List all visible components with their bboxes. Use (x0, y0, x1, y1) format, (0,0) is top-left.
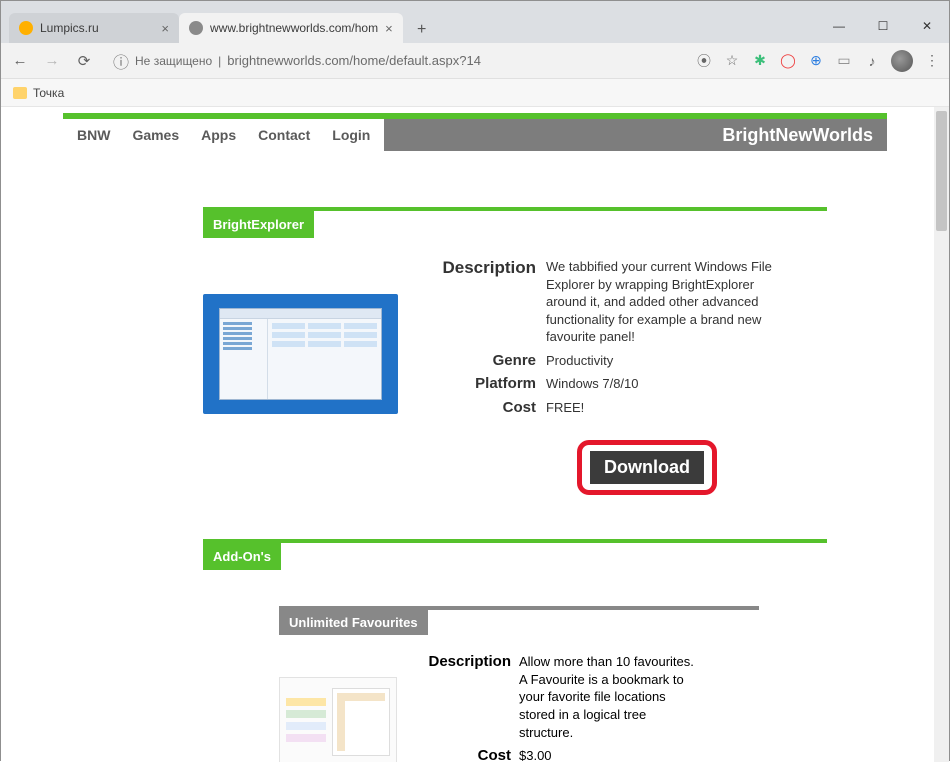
extension-icon[interactable]: ✱ (751, 52, 769, 70)
back-button[interactable]: ← (9, 50, 31, 72)
browser-tab-1[interactable]: www.brightnewworlds.com/hom × (179, 13, 403, 43)
close-icon[interactable]: × (161, 21, 169, 36)
field-value: FREE! (546, 399, 796, 417)
star-icon[interactable]: ☆ (723, 52, 741, 70)
bookmark-item[interactable]: Точка (33, 86, 64, 100)
field-label: Platform (416, 375, 536, 393)
field-label: Cost (411, 747, 511, 762)
folder-icon (13, 87, 27, 99)
extension-icon[interactable]: ◯ (779, 52, 797, 70)
profile-avatar[interactable] (891, 50, 913, 72)
field-label: Genre (416, 352, 536, 370)
security-label: Не защищено (135, 54, 212, 68)
browser-tab-0[interactable]: Lumpics.ru × (9, 13, 179, 43)
tab-title: Lumpics.ru (40, 21, 99, 35)
field-value: Productivity (546, 352, 796, 370)
field-label: Cost (416, 399, 536, 417)
bookmarks-bar: Точка (1, 79, 949, 107)
tab-title: www.brightnewworlds.com/hom (210, 21, 378, 35)
reload-button[interactable]: ⟳ (73, 50, 95, 72)
url-text: brightnewworlds.com/home/default.aspx?14 (227, 53, 481, 68)
scroll-thumb[interactable] (936, 111, 947, 231)
browser-tabstrip: Lumpics.ru × www.brightnewworlds.com/hom… (1, 11, 949, 43)
nav-link-games[interactable]: Games (132, 127, 179, 143)
addon-title: Unlimited Favourites (279, 610, 428, 635)
download-button[interactable]: Download (590, 451, 704, 484)
field-value: We tabbified your current Windows File E… (546, 258, 796, 346)
field-value: Windows 7/8/10 (546, 375, 796, 393)
favicon-icon (19, 21, 33, 35)
nav-link-bnw[interactable]: BNW (77, 127, 110, 143)
forward-button[interactable]: → (41, 50, 63, 72)
translate-icon[interactable]: ⦿ (695, 52, 713, 70)
close-icon[interactable]: × (385, 21, 393, 36)
nav-link-contact[interactable]: Contact (258, 127, 310, 143)
site-header: BNW Games Apps Contact Login BrightNewWo… (63, 113, 887, 151)
section-title: BrightExplorer (203, 211, 314, 238)
browser-toolbar: ← → ⟳ ⓘ Не защищено | brightnewworlds.co… (1, 43, 949, 79)
field-value: Allow more than 10 favourites. A Favouri… (519, 653, 699, 741)
site-brand: BrightNewWorlds (384, 119, 887, 151)
extension-icon[interactable]: ▭ (835, 52, 853, 70)
scrollbar[interactable] (934, 107, 949, 762)
field-label: Description (416, 258, 536, 346)
info-icon: ⓘ (113, 49, 129, 73)
addon-screenshot (279, 677, 397, 762)
field-value: $3.00 (519, 747, 699, 762)
nav-link-login[interactable]: Login (332, 127, 370, 143)
favicon-icon (189, 21, 203, 35)
section-title: Add-On's (203, 543, 281, 570)
address-bar[interactable]: ⓘ Не защищено | brightnewworlds.com/home… (105, 48, 685, 74)
nav-link-apps[interactable]: Apps (201, 127, 236, 143)
window-minimize-button[interactable]: ― (817, 11, 861, 41)
extension-icon[interactable]: ⊕ (807, 52, 825, 70)
menu-icon[interactable]: ⋮ (923, 52, 941, 70)
window-maximize-button[interactable]: ☐ (861, 11, 905, 41)
download-highlight: Download (577, 440, 717, 495)
field-label: Description (411, 653, 511, 741)
new-tab-button[interactable]: + (409, 17, 435, 43)
product-screenshot (203, 294, 398, 414)
reading-list-icon[interactable]: ♪ (863, 52, 881, 70)
window-close-button[interactable]: ✕ (905, 11, 949, 41)
